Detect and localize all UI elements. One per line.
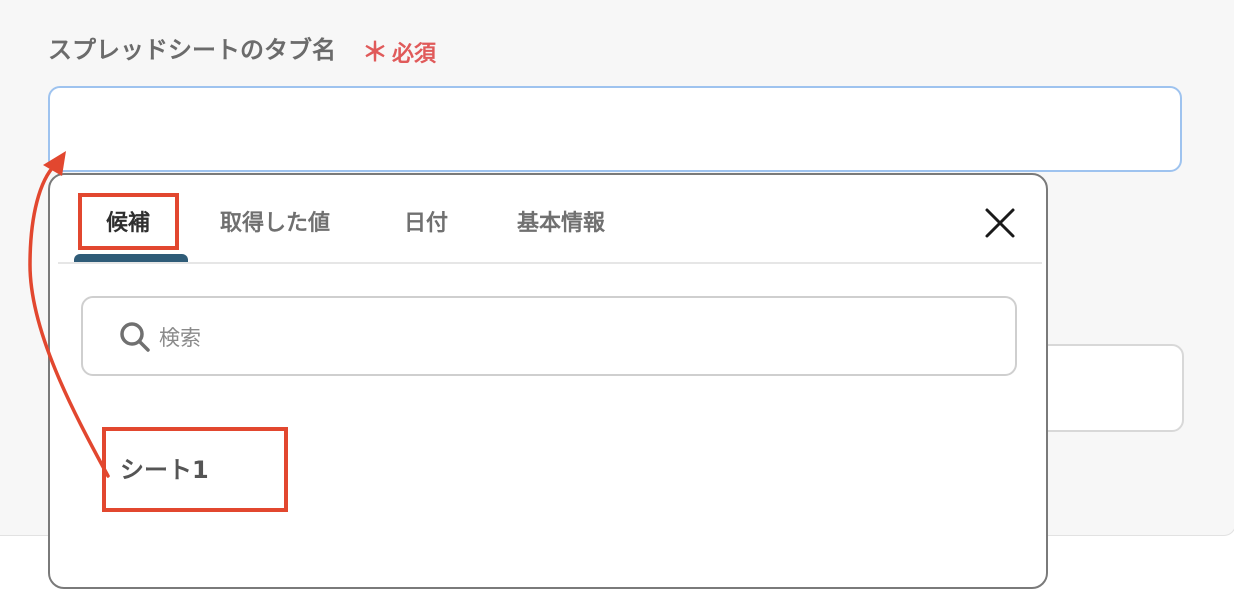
tab-name-label: スプレッドシートのタブ名 [48,36,336,64]
search-icon [120,322,150,352]
search-placeholder: 検索 [159,326,201,350]
option-sheet1[interactable]: シート1 [120,450,209,485]
tab-retrieved-values[interactable]: 取得した値 [220,205,330,237]
value-picker-popup: 候補 取得した値 日付 基本情報 検索 シート1 [48,173,1048,589]
tab-name-input[interactable] [48,86,1182,172]
tab-basic-info[interactable]: 基本情報 [517,205,605,237]
tab-candidates[interactable]: 候補 [106,205,150,237]
search-input[interactable]: 検索 [81,296,1017,376]
close-icon [985,208,1015,238]
required-indicator: ＊必須 [362,32,436,69]
tab-date[interactable]: 日付 [404,205,448,237]
tabs-divider [58,262,1042,264]
close-button[interactable] [982,205,1018,241]
required-star: ＊ [362,38,389,68]
required-label: 必須 [392,42,437,67]
